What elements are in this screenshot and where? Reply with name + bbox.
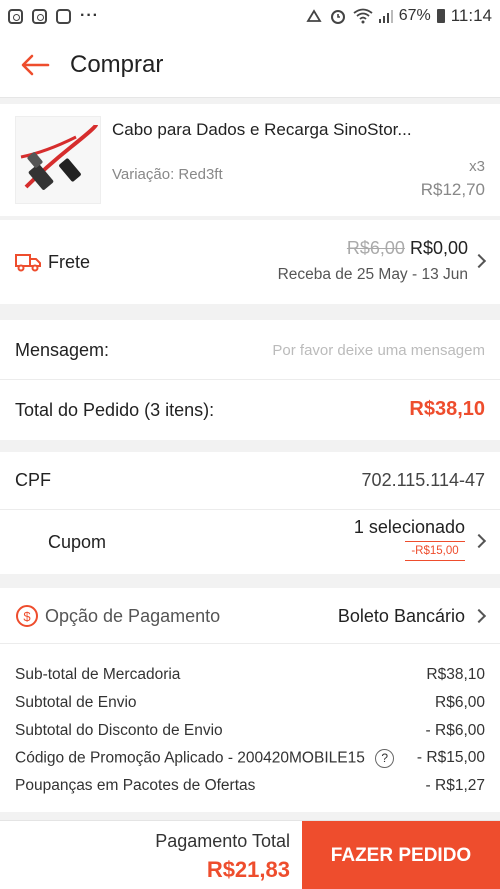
order-total-value: R$38,10: [409, 398, 485, 420]
product-image: [15, 116, 101, 204]
summary-label: Poupanças em Pacotes de Ofertas: [15, 777, 256, 794]
payment-summary: Sub-total de Mercadoria R$38,10 Subtotal…: [0, 644, 500, 812]
summary-label: Código de Promoção Aplicado - 200420MOBI…: [15, 749, 395, 768]
cpf-row[interactable]: CPF 702.115.114-47: [0, 452, 500, 510]
chevron-right-icon: [471, 533, 487, 549]
battery-icon: [436, 9, 445, 23]
summary-value: R$38,10: [426, 666, 485, 683]
cpf-label: CPF: [15, 470, 51, 490]
message-label: Mensagem:: [15, 340, 110, 360]
alarm-icon: [330, 10, 345, 24]
message-row: Mensagem: Por favor deixe uma mensagem: [0, 320, 500, 380]
shipping-row[interactable]: Frete R$6,00 R$0,00 Receba de 25 May - 1…: [0, 220, 500, 304]
shipping-price: R$0,00: [409, 238, 468, 258]
signal-icon: [378, 10, 393, 23]
message-input[interactable]: Por favor deixe uma mensagem: [272, 342, 485, 359]
shipping-delivery: Receba de 25 May - 13 Jun: [277, 266, 468, 283]
product-variation: Variação: Red3ft: [112, 166, 223, 183]
summary-line: Sub-total de Mercadoria R$38,10: [15, 666, 485, 684]
news-icon: [56, 8, 71, 24]
summary-label: Subtotal do Disconto de Envio: [15, 722, 223, 739]
product-quantity: x3: [469, 158, 485, 175]
summary-label: Subtotal de Envio: [15, 694, 137, 711]
instagram-icon: [8, 8, 23, 24]
checkout-footer: Pagamento Total R$21,83 FAZER PEDIDO: [0, 820, 500, 889]
cpf-value: 702.115.114-47: [361, 470, 485, 490]
status-bar: ··· 67% 11:14: [0, 0, 500, 32]
summary-line: Subtotal do Disconto de Envio - R$6,00: [15, 722, 485, 740]
payment-method: Boleto Bancário: [337, 606, 465, 626]
page-title: Comprar: [70, 50, 164, 78]
dollar-coin-icon: $: [16, 605, 38, 627]
more-dots-icon: ···: [80, 7, 99, 24]
coupon-label: Cupom: [48, 532, 107, 552]
product-price: R$12,70: [420, 180, 485, 199]
payment-option-row[interactable]: $ Opção de Pagamento Boleto Bancário: [0, 588, 500, 644]
product-name: Cabo para Dados e Recarga SinoStor...: [112, 120, 412, 139]
battery-percent: 67%: [398, 7, 431, 24]
clock: 11:14: [450, 6, 492, 25]
svg-text:$: $: [23, 609, 31, 624]
instagram-icon: [32, 8, 47, 24]
total-payment-value: R$21,83: [206, 857, 290, 882]
summary-value: R$6,00: [435, 694, 485, 711]
place-order-button[interactable]: FAZER PEDIDO: [302, 821, 500, 889]
shipping-label: Frete: [48, 252, 91, 272]
shipping-old-price: R$6,00: [346, 238, 405, 258]
summary-value: - R$15,00: [416, 749, 485, 766]
coupon-discount-tag: -R$15,00: [405, 541, 465, 561]
order-total-label: Total do Pedido (3 itens):: [15, 400, 215, 420]
back-button[interactable]: [0, 54, 70, 76]
summary-value: - R$1,27: [425, 777, 485, 794]
summary-label: Sub-total de Mercadoria: [15, 666, 181, 683]
total-payment-label: Pagamento Total: [155, 831, 290, 851]
payment-option-label: Opção de Pagamento: [45, 606, 221, 626]
summary-line: Poupanças em Pacotes de Ofertas - R$1,27: [15, 777, 485, 795]
help-icon[interactable]: ?: [375, 749, 395, 768]
shipping-prices: R$6,00 R$0,00: [347, 238, 468, 259]
wifi-icon: [353, 8, 373, 24]
summary-line: Código de Promoção Aplicado - 200420MOBI…: [15, 749, 485, 768]
truck-icon: [15, 254, 41, 272]
coupon-row[interactable]: Cupom 1 selecionado -R$15,00: [0, 510, 500, 574]
summary-value: - R$6,00: [425, 722, 485, 739]
chevron-right-icon: [471, 253, 487, 269]
chevron-right-icon: [471, 608, 487, 624]
coupon-selected: 1 selecionado: [353, 517, 465, 537]
app-header: Comprar: [0, 32, 500, 98]
back-arrow-icon: [21, 54, 50, 75]
order-total-row: Total do Pedido (3 itens): R$38,10: [0, 380, 500, 440]
summary-line: Subtotal de Envio R$6,00: [15, 694, 485, 712]
recycle-icon: [306, 9, 322, 22]
